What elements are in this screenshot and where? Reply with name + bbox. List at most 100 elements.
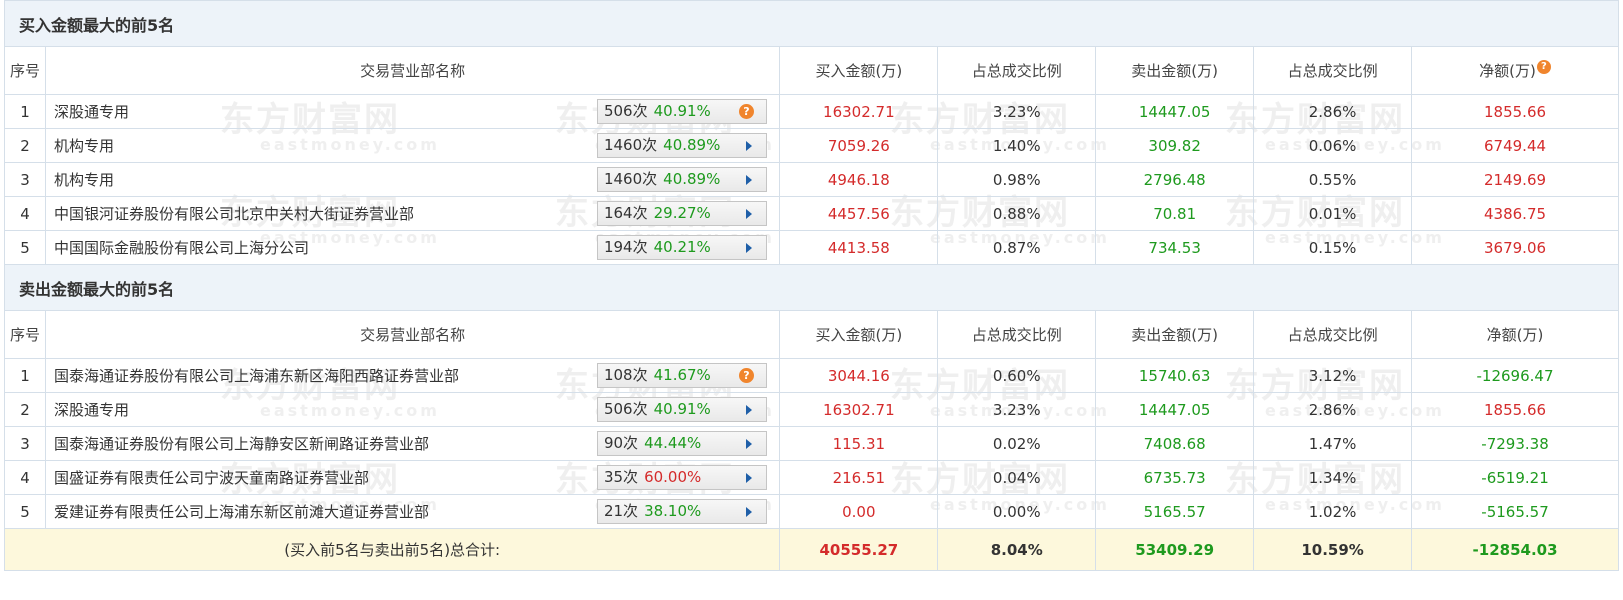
branch-cell: 国泰海通证券股份有限公司上海静安区新闸路证券营业部 90次 44.44% [44, 426, 781, 461]
branch-cell: 深股通专用 506次 40.91% [44, 392, 781, 427]
expand-arrow-icon[interactable] [745, 175, 752, 185]
buy-table-header: 序号 交易营业部名称 买入金额(万) 占总成交比例 卖出金额(万) 占总成交比例… [4, 46, 1619, 95]
expand-arrow-icon[interactable] [745, 405, 752, 415]
net-amount: 1855.66 [1411, 94, 1619, 129]
col-branch-header: 交易营业部名称 [44, 310, 781, 359]
sell-ratio: 1.47% [1253, 426, 1413, 461]
branch-stats-pill[interactable]: 108次 41.67%? [596, 363, 767, 388]
help-icon[interactable]: ? [738, 104, 754, 119]
row-index: 3 [4, 162, 46, 197]
table-row: 4 国盛证券有限责任公司宁波天童南路证券营业部 35次 60.00% 216.51 0.0… [4, 460, 1619, 495]
branch-cell: 爱建证券有限责任公司上海浦东新区前滩大道证券营业部 21次 38.10% [44, 494, 781, 529]
buy-section-title: 买入金额最大的前5名 [19, 15, 175, 35]
table-row: 3 国泰海通证券股份有限公司上海静安区新闸路证券营业部 90次 44.44% 115.3… [4, 426, 1619, 461]
win-rate: 29.27% [653, 204, 711, 222]
buy-ratio: 0.87% [937, 230, 1097, 265]
branch-name[interactable]: 机构专用 [54, 135, 114, 156]
branch-stats-pill[interactable]: 90次 44.44% [596, 431, 767, 456]
branch-stats-pill[interactable]: 194次 40.21% [596, 235, 767, 260]
sell-amount: 15740.63 [1095, 358, 1255, 393]
sell-table-header: 序号 交易营业部名称 买入金额(万) 占总成交比例 卖出金额(万) 占总成交比例… [4, 310, 1619, 359]
sell-amount: 7408.68 [1095, 426, 1255, 461]
listing-count: 194次 [603, 238, 648, 256]
branch-name[interactable]: 国泰海通证券股份有限公司上海静安区新闸路证券营业部 [54, 433, 429, 454]
sell-ratio: 0.55% [1253, 162, 1413, 197]
listing-count: 506次 [603, 102, 648, 120]
branch-cell: 深股通专用 506次 40.91%? [44, 94, 781, 129]
row-index: 5 [4, 494, 46, 529]
buy-ratio: 3.23% [937, 94, 1097, 129]
sell-ratio: 3.12% [1253, 358, 1413, 393]
buy-ratio: 3.23% [937, 392, 1097, 427]
expand-arrow-icon[interactable] [745, 141, 752, 151]
buy-ratio: 0.98% [937, 162, 1097, 197]
listing-count: 108次 [603, 366, 648, 384]
branch-stats-pill[interactable]: 164次 29.27% [596, 201, 767, 226]
buy-section-header: 买入金额最大的前5名 [4, 0, 1619, 47]
branch-stats-pill[interactable]: 506次 40.91%? [596, 99, 767, 124]
win-rate: 40.21% [653, 238, 711, 256]
help-icon[interactable]: ? [1536, 60, 1551, 74]
expand-arrow-icon[interactable] [745, 473, 752, 483]
buy-amount: 16302.71 [779, 94, 939, 129]
branch-cell: 中国国际金融股份有限公司上海分公司 194次 40.21% [44, 230, 781, 265]
table-row: 2 机构专用 1460次 40.89% 7059.26 1.40% 309.82 0.06% 6… [4, 128, 1619, 163]
expand-arrow-icon[interactable] [745, 209, 752, 219]
win-rate: 40.91% [653, 400, 711, 418]
col-branch-header: 交易营业部名称 [44, 46, 781, 95]
sell-ratio: 1.02% [1253, 494, 1413, 529]
listing-count: 90次 [603, 434, 639, 452]
expand-arrow-icon[interactable] [745, 243, 752, 253]
table-row: 5 爱建证券有限责任公司上海浦东新区前滩大道证券营业部 21次 38.10% 0.00 0… [4, 494, 1619, 529]
sell-amount: 734.53 [1095, 230, 1255, 265]
col-buy-header: 买入金额(万) [779, 46, 939, 95]
win-rate: 40.89% [663, 136, 721, 154]
total-sell-ratio: 10.59% [1253, 528, 1413, 571]
listing-count: 1460次 [603, 170, 658, 188]
branch-name[interactable]: 中国银河证券股份有限公司北京中关村大街证券营业部 [54, 203, 414, 224]
branch-stats-pill[interactable]: 1460次 40.89% [596, 167, 767, 192]
buy-ratio: 0.00% [937, 494, 1097, 529]
buy-rows: 1 深股通专用 506次 40.91%? 16302.71 3.23% 14447.05 2.… [4, 94, 1619, 265]
branch-stats-pill[interactable]: 1460次 40.89% [596, 133, 767, 158]
expand-arrow-icon[interactable] [745, 439, 752, 449]
col-net-header: 净额(万) [1411, 310, 1619, 359]
branch-name[interactable]: 爱建证券有限责任公司上海浦东新区前滩大道证券营业部 [54, 501, 429, 522]
row-index: 5 [4, 230, 46, 265]
net-amount: 4386.75 [1411, 196, 1619, 231]
col-buy-ratio-header: 占总成交比例 [937, 46, 1097, 95]
help-icon[interactable]: ? [738, 368, 754, 383]
listing-count: 164次 [603, 204, 648, 222]
row-index: 2 [4, 128, 46, 163]
expand-arrow-icon[interactable] [745, 507, 752, 517]
branch-stats-pill[interactable]: 35次 60.00% [596, 465, 767, 490]
net-amount: 1855.66 [1411, 392, 1619, 427]
branch-stats-pill[interactable]: 21次 38.10% [596, 499, 767, 524]
buy-ratio: 1.40% [937, 128, 1097, 163]
branch-name[interactable]: 中国国际金融股份有限公司上海分公司 [54, 237, 309, 258]
buy-amount: 16302.71 [779, 392, 939, 427]
sell-section-header: 卖出金额最大的前5名 [4, 264, 1619, 311]
branch-name[interactable]: 国盛证券有限责任公司宁波天童南路证券营业部 [54, 467, 369, 488]
table-row: 3 机构专用 1460次 40.89% 4946.18 0.98% 2796.48 0.55%… [4, 162, 1619, 197]
win-rate: 41.67% [653, 366, 711, 384]
sell-ratio: 2.86% [1253, 392, 1413, 427]
table-row: 4 中国银河证券股份有限公司北京中关村大街证券营业部 164次 29.27% 4457.… [4, 196, 1619, 231]
net-amount: 2149.69 [1411, 162, 1619, 197]
net-amount: 6749.44 [1411, 128, 1619, 163]
branch-name[interactable]: 机构专用 [54, 169, 114, 190]
total-sell: 53409.29 [1095, 528, 1255, 571]
branch-name[interactable]: 国泰海通证券股份有限公司上海浦东新区海阳西路证券营业部 [54, 365, 459, 386]
sell-amount: 14447.05 [1095, 94, 1255, 129]
table-row: 1 深股通专用 506次 40.91%? 16302.71 3.23% 14447.05 2.… [4, 94, 1619, 129]
branch-stats-pill[interactable]: 506次 40.91% [596, 397, 767, 422]
total-net: -12854.03 [1411, 528, 1619, 571]
sell-ratio: 1.34% [1253, 460, 1413, 495]
col-sell-header: 卖出金额(万) [1095, 310, 1255, 359]
col-index-header: 序号 [4, 310, 46, 359]
net-header-label: 净额(万) [1479, 62, 1536, 80]
listing-count: 506次 [603, 400, 648, 418]
branch-name[interactable]: 深股通专用 [54, 399, 129, 420]
branch-name[interactable]: 深股通专用 [54, 101, 129, 122]
win-rate: 60.00% [644, 468, 702, 486]
